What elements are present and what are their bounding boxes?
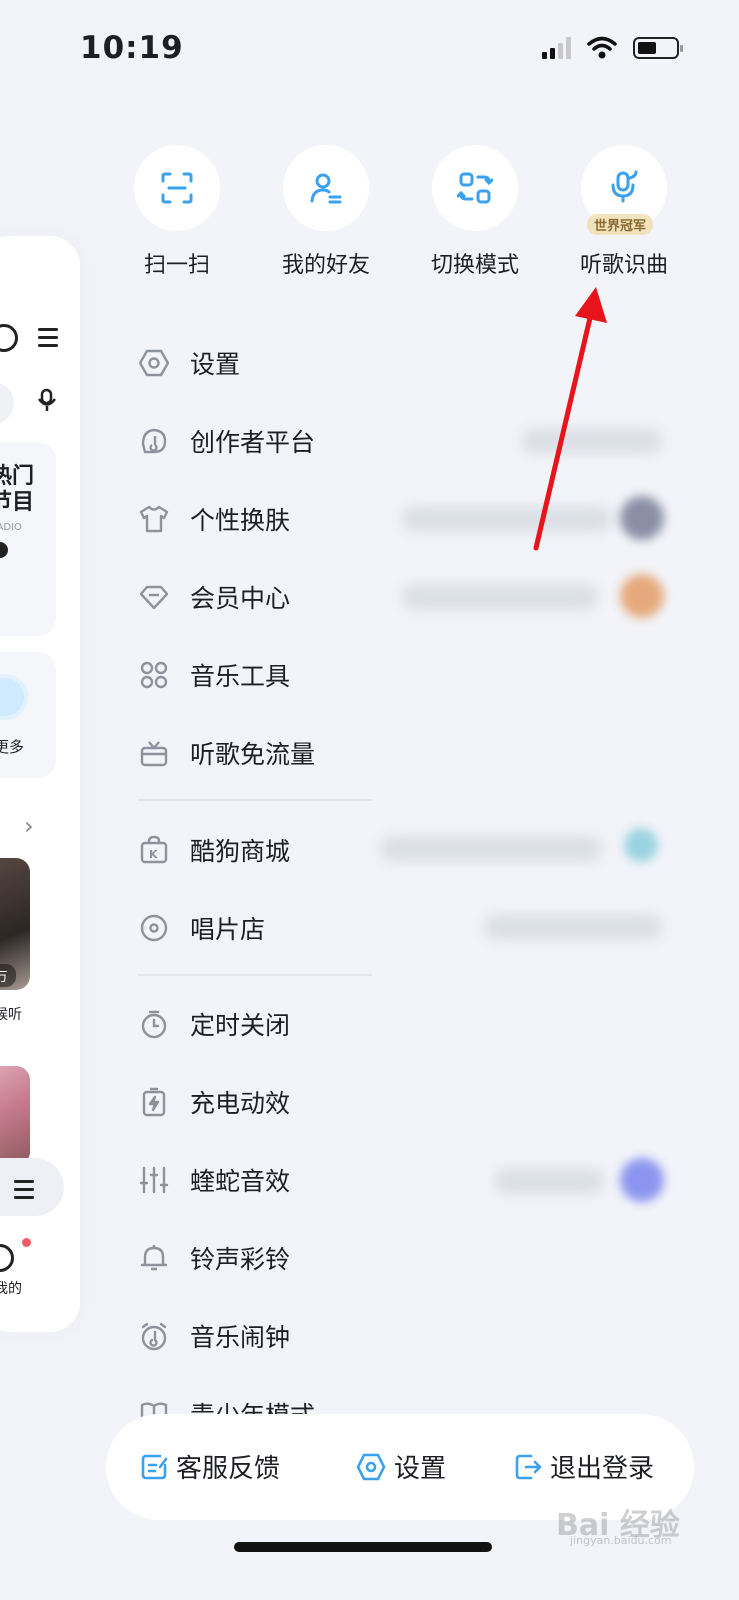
annotation-arrow bbox=[533, 287, 607, 551]
